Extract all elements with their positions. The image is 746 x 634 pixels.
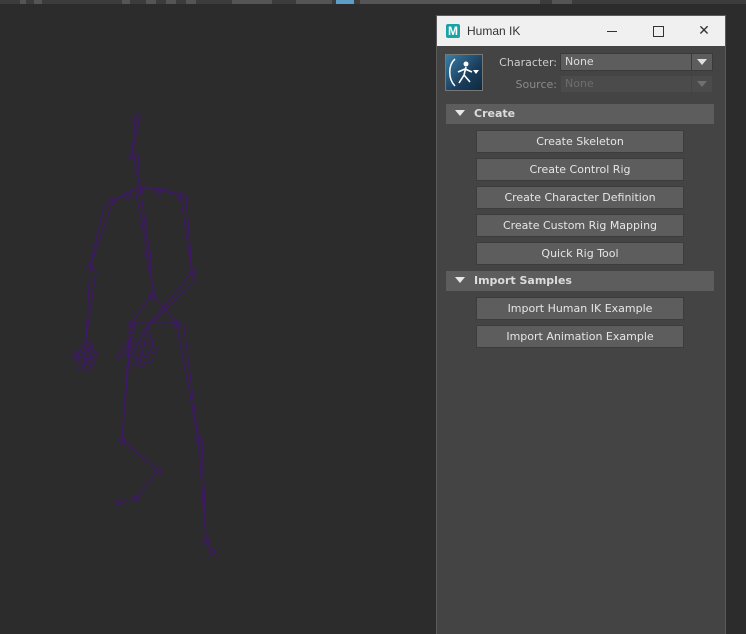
human-ik-window: M Human IK ✕ Character: None Source: Non… (436, 15, 726, 634)
section-create-title: Create (474, 107, 516, 120)
source-label: Source: (515, 78, 558, 91)
section-import-samples-title: Import Samples (474, 274, 572, 287)
viewport-3d[interactable] (0, 4, 436, 634)
minimize-button[interactable] (589, 16, 635, 46)
maya-app-icon: M (446, 24, 460, 38)
source-dropdown-arrow (691, 76, 712, 92)
maximize-icon (652, 25, 664, 37)
create-custom-rig-mapping-button[interactable]: Create Custom Rig Mapping (476, 214, 684, 237)
skeleton-bones (85, 112, 213, 553)
bone-right-shin (197, 436, 207, 541)
window-titlebar[interactable]: M Human IK ✕ (437, 16, 725, 46)
window-title: Human IK (467, 24, 521, 38)
bone-spine-2 (135, 193, 157, 301)
right-hand (115, 325, 158, 368)
create-character-definition-button[interactable]: Create Character Definition (476, 186, 684, 209)
section-create-header[interactable]: Create (446, 104, 714, 124)
left-hand (71, 338, 98, 372)
toolbar-icon[interactable] (552, 0, 572, 4)
source-dropdown: None (560, 75, 713, 93)
maximize-button[interactable] (635, 16, 681, 46)
import-human-ik-example-button[interactable]: Import Human IK Example (476, 297, 684, 320)
chevron-down-icon (473, 70, 479, 74)
import-animation-example-button[interactable]: Import Animation Example (476, 325, 684, 348)
quick-rig-tool-button[interactable]: Quick Rig Tool (476, 242, 684, 265)
close-icon: ✕ (698, 23, 710, 39)
skeleton-wireframe[interactable] (0, 4, 436, 634)
bone-right-thigh (175, 320, 199, 439)
bone-left-upper-arm (89, 199, 115, 267)
character-value: None (565, 55, 594, 68)
create-skeleton-button[interactable]: Create Skeleton (476, 130, 684, 153)
section-import-samples-header[interactable]: Import Samples (446, 271, 714, 291)
chevron-down-icon (697, 81, 707, 87)
source-value: None (565, 77, 594, 90)
character-dropdown[interactable]: None (560, 53, 713, 71)
character-label: Character: (499, 56, 557, 69)
collapse-triangle-icon (455, 277, 465, 283)
character-menu-button[interactable] (445, 54, 483, 91)
chevron-down-icon (697, 59, 707, 65)
bone-left-forearm (85, 264, 97, 340)
close-button[interactable]: ✕ (681, 16, 727, 46)
bone-left-shin (121, 439, 159, 471)
minimize-icon (607, 30, 617, 32)
collapse-triangle-icon (455, 110, 465, 116)
create-control-rig-button[interactable]: Create Control Rig (476, 158, 684, 181)
character-dropdown-arrow[interactable] (691, 54, 712, 70)
bone-right-upper-arm (179, 193, 193, 273)
bone-left-thigh (121, 321, 133, 441)
